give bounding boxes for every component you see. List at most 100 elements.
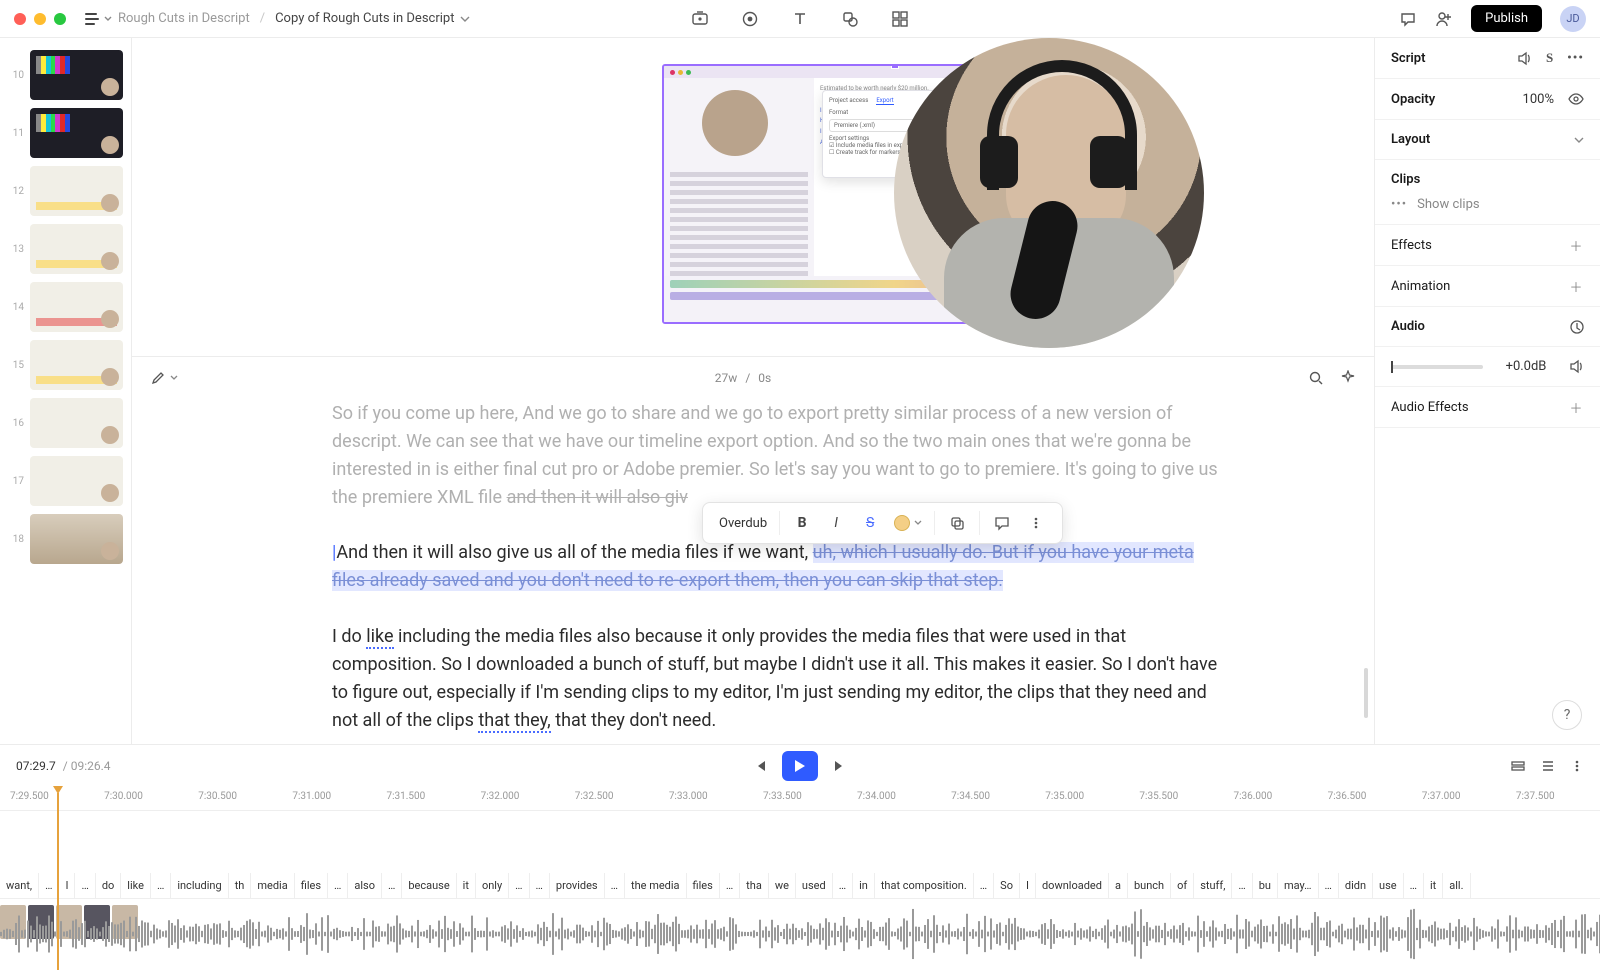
templates-button[interactable] <box>890 9 910 29</box>
timeline-word[interactable]: tha <box>740 873 769 898</box>
script-editor[interactable]: So if you come up here, And we go to sha… <box>132 398 1374 744</box>
publish-button[interactable]: Publish <box>1471 5 1542 32</box>
copy-button[interactable] <box>947 513 967 533</box>
timeline-word[interactable]: … <box>509 873 529 898</box>
timeline-view-expanded-button[interactable] <box>1540 758 1556 774</box>
timeline-word[interactable]: of <box>1171 873 1194 898</box>
timeline-word[interactable]: … <box>530 873 550 898</box>
timeline-word[interactable]: want, <box>0 873 39 898</box>
scene-thumb[interactable]: 17 <box>0 452 131 510</box>
timeline-word[interactable]: used <box>796 873 833 898</box>
audio-effects-row[interactable]: Audio Effects ＋ <box>1375 387 1600 428</box>
timeline-word[interactable]: only <box>476 873 509 898</box>
timeline-word[interactable]: we <box>769 873 796 898</box>
timeline-view-compact-button[interactable] <box>1510 758 1526 774</box>
highlight-color-button[interactable] <box>894 515 922 531</box>
search-script-button[interactable] <box>1308 370 1324 386</box>
window-minimize-button[interactable] <box>34 13 46 25</box>
overdub-button[interactable]: Overdub <box>719 516 767 531</box>
ai-actions-button[interactable] <box>1340 370 1356 386</box>
video-canvas-area[interactable]: Estimated to be worth nearly $20 million… <box>132 38 1374 356</box>
breadcrumb-project[interactable]: Rough Cuts in Descript <box>118 11 250 26</box>
app-menu-button[interactable] <box>84 11 112 27</box>
add-comment-button[interactable] <box>992 513 1012 533</box>
timeline-word[interactable]: … <box>328 873 348 898</box>
timeline-more-button[interactable] <box>1570 759 1584 773</box>
timeline-word[interactable]: also <box>348 873 382 898</box>
timeline-word[interactable]: So <box>994 873 1020 898</box>
timeline-word[interactable]: like <box>121 873 151 898</box>
timeline-word[interactable]: … <box>833 873 853 898</box>
timeline-word[interactable]: it <box>1424 873 1443 898</box>
effects-row[interactable]: Effects ＋ <box>1375 225 1600 266</box>
breadcrumb-composition[interactable]: Copy of Rough Cuts in Descript <box>275 11 470 26</box>
correct-mode-button[interactable] <box>150 370 178 386</box>
camera-layer[interactable] <box>894 38 1204 348</box>
timeline-word[interactable]: files <box>295 873 328 898</box>
audio-settings-icon[interactable] <box>1570 320 1584 334</box>
timeline-word[interactable]: media <box>251 873 294 898</box>
timeline-word[interactable]: … <box>151 873 171 898</box>
timeline-word[interactable]: … <box>720 873 740 898</box>
timeline-word[interactable]: th <box>229 873 252 898</box>
play-button[interactable] <box>782 751 818 781</box>
scene-thumb[interactable]: 16 <box>0 394 131 452</box>
timeline-word[interactable]: downloaded <box>1036 873 1109 898</box>
timeline-word[interactable]: didn <box>1339 873 1373 898</box>
visibility-toggle-icon[interactable] <box>1568 91 1584 107</box>
resize-handle[interactable] <box>891 64 899 69</box>
add-effect-button[interactable]: ＋ <box>1568 237 1584 253</box>
skip-back-button[interactable] <box>752 758 768 774</box>
text-tool-button[interactable] <box>790 9 810 29</box>
timeline-word[interactable]: … <box>605 873 625 898</box>
script-scrollbar[interactable] <box>1364 668 1368 718</box>
timeline-word[interactable]: … <box>1319 873 1339 898</box>
animation-row[interactable]: Animation ＋ <box>1375 266 1600 307</box>
window-close-button[interactable] <box>14 13 26 25</box>
timeline-word[interactable]: … <box>1404 873 1424 898</box>
layout-row[interactable]: Layout <box>1375 120 1600 160</box>
timeline-word[interactable]: stuff, <box>1194 873 1232 898</box>
timeline-word[interactable]: it <box>457 873 476 898</box>
scene-thumb[interactable]: 14 <box>0 278 131 336</box>
strike-ignore-button[interactable]: S <box>860 513 880 533</box>
scene-thumb[interactable]: 11 <box>0 104 131 162</box>
timeline-word[interactable]: do <box>96 873 121 898</box>
timeline-word[interactable]: bunch <box>1128 873 1171 898</box>
timeline-word[interactable]: in <box>853 873 875 898</box>
timeline-word[interactable]: because <box>402 873 456 898</box>
scenes-panel[interactable]: 10 11 12 13 14 15 16 17 18 <box>0 38 132 744</box>
timeline-word[interactable]: I <box>59 873 75 898</box>
scene-thumb[interactable]: 10 <box>0 46 131 104</box>
timeline-word[interactable]: I <box>1020 873 1036 898</box>
record-screen-button[interactable] <box>690 9 710 29</box>
record-button[interactable] <box>740 9 760 29</box>
mute-icon[interactable] <box>1569 359 1584 374</box>
scene-thumb[interactable]: 15 <box>0 336 131 394</box>
timeline-word[interactable]: … <box>1232 873 1252 898</box>
inspector-more-button[interactable]: ••• <box>1567 51 1584 66</box>
gain-value[interactable]: +0.0dB <box>1506 359 1547 374</box>
add-audio-effect-button[interactable]: ＋ <box>1568 399 1584 415</box>
window-zoom-button[interactable] <box>54 13 66 25</box>
timeline-word[interactable]: … <box>974 873 994 898</box>
timeline-words-track[interactable]: want,…I…dolike…includingthmediafiles…als… <box>0 873 1600 899</box>
bold-button[interactable]: B <box>792 513 812 533</box>
timeline-word[interactable]: … <box>75 873 95 898</box>
scene-thumb[interactable]: 12 <box>0 162 131 220</box>
timeline-word[interactable]: bu <box>1253 873 1278 898</box>
show-clips-button[interactable]: •••Show clips <box>1391 197 1480 212</box>
italic-button[interactable]: I <box>826 513 846 533</box>
timeline-word[interactable]: may… <box>1278 873 1319 898</box>
timeline-word[interactable]: use <box>1373 873 1404 898</box>
timeline-word[interactable]: … <box>382 873 402 898</box>
timeline-word[interactable]: files <box>687 873 720 898</box>
gain-slider[interactable] <box>1391 365 1483 369</box>
share-invite-button[interactable] <box>1435 10 1453 28</box>
shapes-button[interactable] <box>840 9 860 29</box>
opacity-value[interactable]: 100% <box>1523 92 1554 107</box>
speaker-toggle-icon[interactable] <box>1517 51 1532 66</box>
timeline-word[interactable]: all. <box>1443 873 1470 898</box>
scene-thumb[interactable]: 13 <box>0 220 131 278</box>
timeline-word[interactable]: the media <box>625 873 687 898</box>
